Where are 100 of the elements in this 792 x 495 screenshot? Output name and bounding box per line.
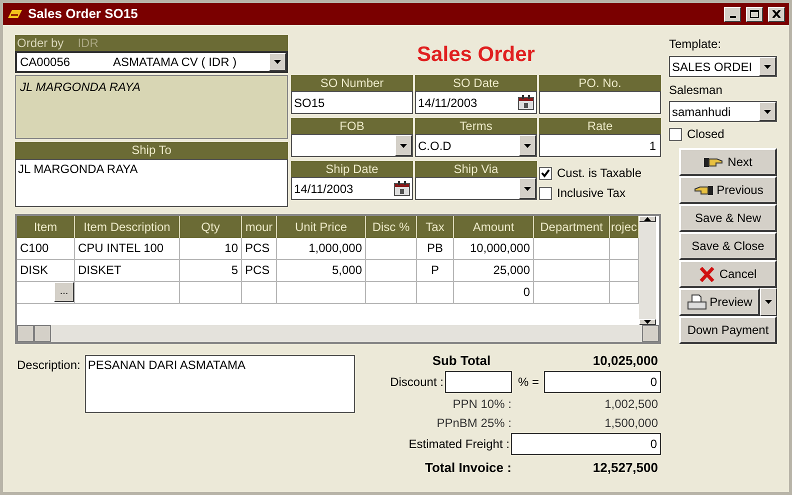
caret-icon	[644, 217, 651, 221]
input-field[interactable]: 14/11/2003	[291, 177, 413, 200]
preview-button[interactable]: Preview	[679, 288, 760, 316]
field-label: Salesman	[669, 82, 724, 99]
ship-to-field[interactable]: JL MARGONDA RAYA	[15, 159, 288, 207]
dropdown-button[interactable]	[395, 135, 412, 156]
dropdown-button[interactable]	[759, 102, 776, 121]
field-header: PO. No.	[539, 75, 661, 91]
table-cell: 5	[231, 263, 238, 277]
close-icon	[699, 266, 716, 282]
table-cell: PB	[426, 241, 443, 255]
lookup-button[interactable]: ...	[54, 282, 74, 302]
checkbox[interactable]	[539, 186, 552, 200]
caret-icon	[524, 186, 531, 190]
subtotal-value: 10,025,000	[592, 352, 659, 370]
dropdown-button[interactable]	[519, 178, 536, 199]
description-field[interactable]: PESANAN DARI ASMATAMA	[84, 355, 356, 413]
field-header: SO Date	[415, 75, 537, 91]
scroll-up-button[interactable]	[639, 216, 656, 222]
table-cell: 10	[224, 241, 238, 255]
window-title: Sales Order SO15	[28, 5, 139, 24]
column-header: Department	[534, 216, 610, 238]
checkbox[interactable]	[539, 166, 552, 180]
field-label: Estimated Freight :	[408, 436, 510, 453]
form-heading: Sales Order	[416, 42, 536, 68]
scroll-down-button[interactable]	[639, 319, 656, 325]
salesman-select[interactable]: samanhudi	[669, 101, 777, 122]
vertical-scrollbar[interactable]	[639, 216, 656, 325]
checkbox-label: Inclusive Tax	[557, 185, 626, 202]
caret-icon	[764, 64, 771, 68]
field-label: % =	[516, 374, 540, 391]
field-header: FOB	[291, 118, 413, 134]
total-label: Total Invoice :	[424, 459, 512, 478]
dropdown-button[interactable]	[759, 57, 776, 76]
table-cell: CPU INTEL 100	[78, 241, 164, 255]
table-cell: DISK	[20, 263, 48, 277]
address-box: JL MARGONDA RAYA	[15, 75, 288, 139]
caret-icon	[764, 110, 771, 114]
dropdown-button[interactable]	[269, 53, 286, 71]
table-cell: C100	[20, 241, 49, 255]
table-cell: 1,000,000	[308, 241, 362, 255]
column-header: Item	[17, 216, 75, 238]
field-label: Order by	[17, 35, 64, 52]
checkbox-label: Cust. is Taxable	[557, 165, 642, 182]
caret-icon	[400, 144, 407, 148]
table-cell: 5,000	[332, 263, 362, 277]
action-button[interactable]: Cancel	[679, 260, 777, 288]
table-cell: 10,000,000	[470, 241, 530, 255]
caret-icon	[274, 60, 281, 64]
table-cell: PCS	[245, 241, 270, 255]
checkbox[interactable]	[669, 128, 682, 140]
action-button[interactable]: Next	[679, 148, 777, 176]
table-cell: 0	[523, 285, 530, 299]
column-header: Disc %	[366, 216, 417, 238]
action-button[interactable]: Save & New	[679, 204, 777, 232]
printer-icon	[686, 294, 707, 310]
table-cell: 25,000	[493, 263, 530, 277]
input-field[interactable]	[291, 134, 413, 157]
input-field[interactable]: 1	[539, 134, 661, 157]
subtotal-label: Sub Total	[431, 352, 492, 370]
tax-value: 1,500,000	[604, 414, 659, 432]
caret-icon	[524, 144, 531, 148]
field-header: Ship To	[15, 142, 288, 159]
column-header: Qty	[180, 216, 242, 238]
pointing-hand-icon	[692, 184, 713, 196]
input-field[interactable]: SO15	[291, 91, 413, 114]
calendar-icon[interactable]	[516, 95, 536, 110]
input-field[interactable]: 14/11/2003	[415, 91, 537, 114]
maximize-icon[interactable]	[746, 6, 763, 22]
tax-label: PPnBM 25% :	[436, 414, 512, 432]
calendar-icon[interactable]	[392, 181, 412, 196]
freight-field[interactable]: 0	[511, 433, 661, 455]
dropdown-button[interactable]	[760, 288, 777, 316]
input-field[interactable]	[415, 177, 537, 200]
field-label: Discount :	[389, 374, 444, 391]
horizontal-scrollbar[interactable]	[17, 325, 659, 342]
field-header: Ship Via	[415, 161, 537, 177]
input-field[interactable]: C.O.D	[415, 134, 537, 157]
action-button[interactable]: Down Payment	[679, 316, 777, 344]
template-select[interactable]: SALES ORDEI	[669, 56, 777, 77]
discount-percent-field[interactable]	[445, 371, 512, 393]
action-button[interactable]: Previous	[679, 176, 777, 204]
close-icon[interactable]	[768, 6, 785, 22]
column-header: Unit Price	[277, 216, 366, 238]
minimize-icon[interactable]	[724, 6, 741, 22]
table-cell: P	[430, 263, 439, 277]
column-header: Amount	[454, 216, 534, 238]
discount-amount-field[interactable]: 0	[544, 371, 661, 393]
pointing-hand-icon	[704, 156, 724, 168]
tax-value: 1,002,500	[604, 396, 659, 412]
field-header: SO Number	[291, 75, 413, 91]
action-button[interactable]: Save & Close	[679, 232, 777, 260]
customer-select[interactable]: CA00056 ASMATAMA CV ( IDR )	[15, 51, 288, 73]
caret-icon	[765, 300, 772, 304]
tax-label: PPN 10% :	[452, 396, 512, 412]
field-header: Ship Date	[291, 161, 413, 177]
dropdown-button[interactable]	[519, 135, 536, 156]
column-header: Tax	[417, 216, 454, 238]
input-field[interactable]	[539, 91, 661, 114]
field-header: Rate	[539, 118, 661, 134]
